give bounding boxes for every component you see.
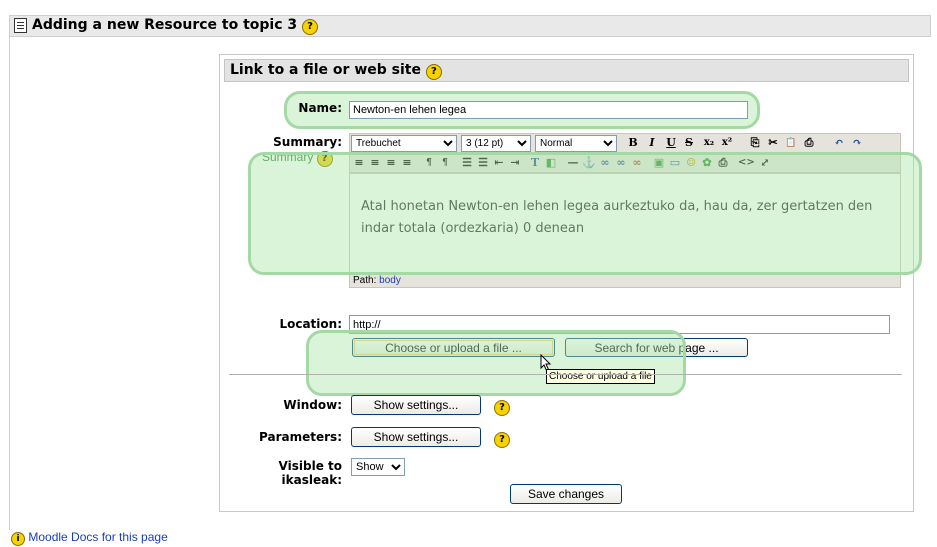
page-title: Adding a new Resource to topic 3 ?: [32, 16, 318, 35]
name-input[interactable]: [349, 101, 748, 119]
paste-word-icon[interactable]: ⎙: [802, 136, 816, 150]
path-label: Path:: [353, 275, 377, 286]
strikethrough-icon[interactable]: S: [682, 136, 696, 150]
style-select[interactable]: Normal: [535, 135, 617, 152]
legend-text: Link to a file or web site: [230, 62, 421, 78]
info-icon: i: [11, 532, 25, 546]
redo-icon[interactable]: ↷: [850, 136, 864, 150]
window-label: Window:: [283, 398, 342, 412]
visible-select[interactable]: Show: [351, 458, 405, 476]
location-highlight: [306, 330, 686, 396]
path-display: Path: body: [353, 274, 401, 287]
font-size-select[interactable]: 3 (12 pt): [461, 135, 531, 152]
window-show-settings-button[interactable]: Show settings...: [351, 395, 481, 415]
moodle-docs-text[interactable]: Moodle Docs for this page: [28, 530, 167, 544]
subscript-icon[interactable]: x₂: [702, 136, 716, 150]
underline-icon[interactable]: U: [664, 136, 678, 150]
page-title-text: Adding a new Resource to topic 3: [32, 17, 298, 33]
divider: [229, 374, 902, 375]
help-icon[interactable]: ?: [425, 64, 442, 80]
italic-icon[interactable]: I: [645, 136, 659, 150]
visible-label: Visible to ikasleak:: [278, 459, 342, 487]
bold-icon[interactable]: B: [626, 136, 640, 150]
help-icon[interactable]: ?: [494, 432, 510, 448]
superscript-icon[interactable]: x²: [720, 136, 734, 150]
help-icon[interactable]: ?: [494, 400, 510, 416]
copy-icon[interactable]: ⎘: [748, 136, 762, 150]
moodle-docs-link[interactable]: i Moodle Docs for this page: [11, 530, 168, 546]
help-icon[interactable]: ?: [302, 19, 318, 35]
undo-icon[interactable]: ↶: [832, 136, 846, 150]
paste-icon[interactable]: 📋: [784, 136, 798, 150]
editor-path-bar: [349, 273, 901, 288]
fieldset-legend: Link to a file or web site ?: [230, 61, 442, 80]
cut-icon[interactable]: ✂: [766, 136, 780, 150]
save-changes-button[interactable]: Save changes: [510, 484, 622, 504]
path-value[interactable]: body: [379, 275, 401, 286]
name-label: Name:: [298, 101, 342, 115]
tooltip: Choose or upload a file: [546, 369, 655, 384]
summary-label: Summary:: [273, 135, 342, 149]
summary-highlight: [248, 152, 922, 275]
font-family-select[interactable]: Trebuchet: [351, 135, 457, 152]
left-border: [9, 36, 10, 530]
parameters-show-settings-button[interactable]: Show settings...: [351, 427, 481, 447]
location-label: Location:: [279, 317, 342, 331]
page-icon: [14, 18, 27, 33]
parameters-label: Parameters:: [259, 430, 342, 444]
